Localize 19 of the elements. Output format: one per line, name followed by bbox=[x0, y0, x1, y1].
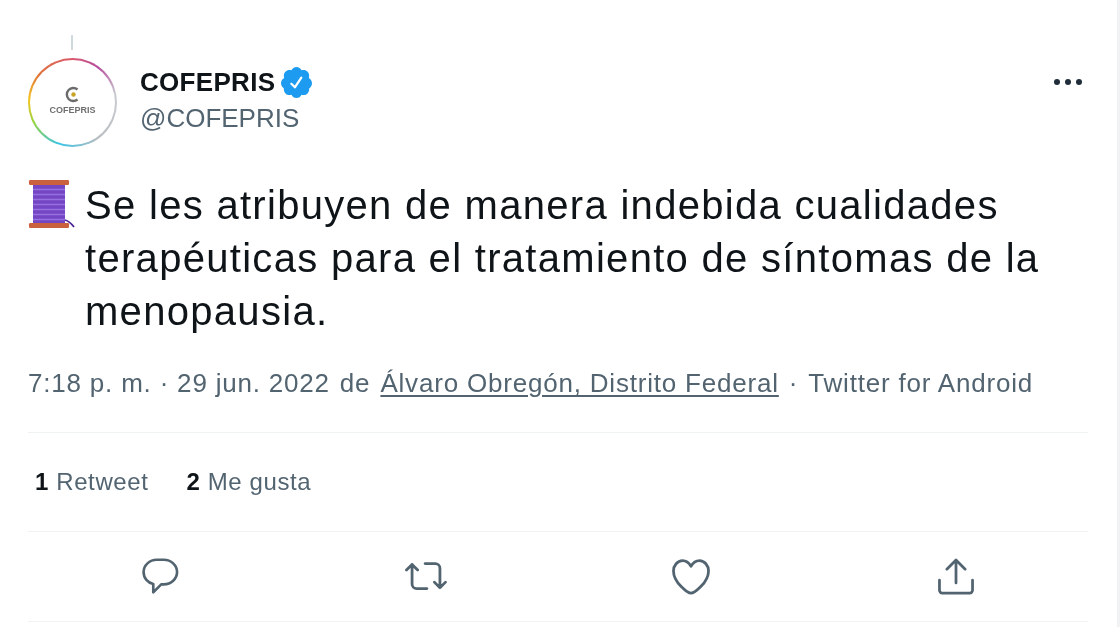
stat-link[interactable]: 1 Retweet bbox=[35, 467, 149, 497]
author-handle[interactable]: @COFEPRIS bbox=[140, 100, 300, 136]
location-link[interactable]: Álvaro Obregón, Distrito Federal bbox=[380, 367, 779, 399]
retweet-icon bbox=[404, 561, 447, 592]
source-link[interactable]: Twitter for Android bbox=[808, 367, 1034, 399]
avatar[interactable]: COFEPRIS bbox=[28, 58, 117, 147]
avatar-logo-text: COFEPRIS bbox=[49, 104, 96, 116]
reply-icon bbox=[142, 558, 179, 595]
tweet-text: Se les atribuyen de manera indebida cualidades terapéuticas para el tratamiento de síntomas de la menopausia. bbox=[85, 182, 1041, 335]
more-icon bbox=[1054, 79, 1082, 85]
location-prefix: de bbox=[339, 367, 371, 399]
author-name[interactable]: COFEPRIS bbox=[140, 64, 276, 100]
timestamp-link[interactable]: 7:18 p. m. · 29 jun. 2022 bbox=[28, 367, 330, 399]
separator: · bbox=[788, 367, 799, 399]
thread-spool-icon bbox=[28, 180, 75, 228]
heart-icon bbox=[671, 558, 710, 595]
share-icon bbox=[937, 558, 974, 595]
logo-mark-icon bbox=[64, 85, 81, 103]
stat-link[interactable]: 2 Me gusta bbox=[186, 467, 312, 497]
